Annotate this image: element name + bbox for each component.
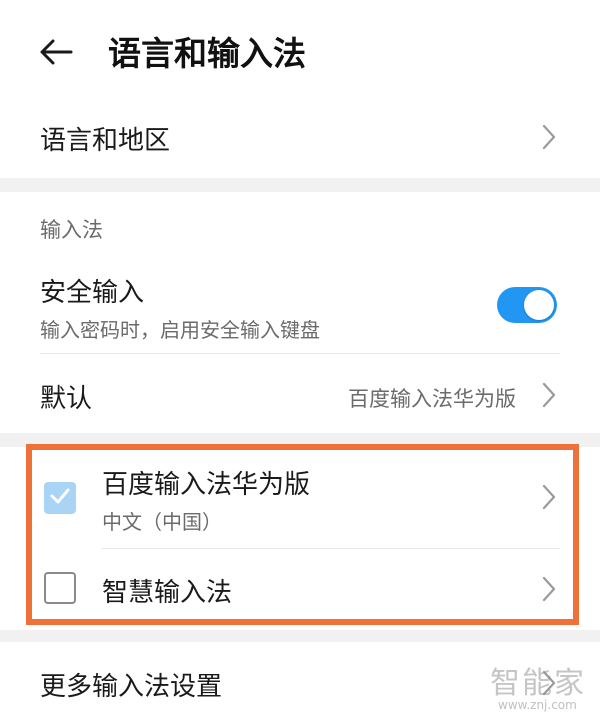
secure-input-title: 安全输入	[40, 278, 145, 308]
chevron-right-icon	[542, 124, 556, 150]
default-label: 默认	[40, 384, 93, 414]
default-input-row[interactable]: 默认 百度输入法华为版	[0, 360, 600, 430]
chevron-right-icon	[542, 484, 556, 510]
more-settings-label: 更多输入法设置	[40, 672, 223, 702]
chevron-right-icon	[542, 576, 556, 602]
divider	[102, 548, 560, 549]
chevron-right-icon	[542, 382, 556, 408]
language-region-label: 语言和地区	[40, 126, 171, 156]
chevron-right-icon	[542, 670, 556, 696]
back-button[interactable]	[30, 28, 82, 80]
secure-input-subtitle: 输入密码时，启用安全输入键盘	[40, 318, 320, 342]
default-value: 百度输入法华为版	[348, 387, 516, 411]
checkbox-unchecked[interactable]	[44, 572, 76, 604]
check-icon	[49, 487, 71, 509]
input-method-language: 中文（中国）	[102, 510, 222, 534]
input-method-item[interactable]: 智慧输入法	[32, 552, 572, 620]
page-title: 语言和输入法	[108, 34, 306, 73]
divider	[40, 353, 560, 354]
language-region-row[interactable]: 语言和地区	[0, 104, 600, 170]
checkbox-checked[interactable]	[44, 482, 76, 514]
secure-input-toggle[interactable]	[497, 287, 557, 323]
section-gap	[0, 433, 600, 447]
section-label-input-methods: 输入法	[40, 218, 103, 242]
more-settings-row[interactable]: 更多输入法设置	[0, 648, 600, 720]
section-gap	[0, 178, 600, 192]
arrow-left-icon	[39, 39, 73, 69]
input-method-item[interactable]: 百度输入法华为版 中文（中国）	[32, 450, 572, 546]
input-method-name: 百度输入法华为版	[102, 470, 311, 500]
input-method-name: 智慧输入法	[102, 578, 233, 608]
section-gap	[0, 630, 600, 642]
toggle-knob	[524, 290, 554, 320]
